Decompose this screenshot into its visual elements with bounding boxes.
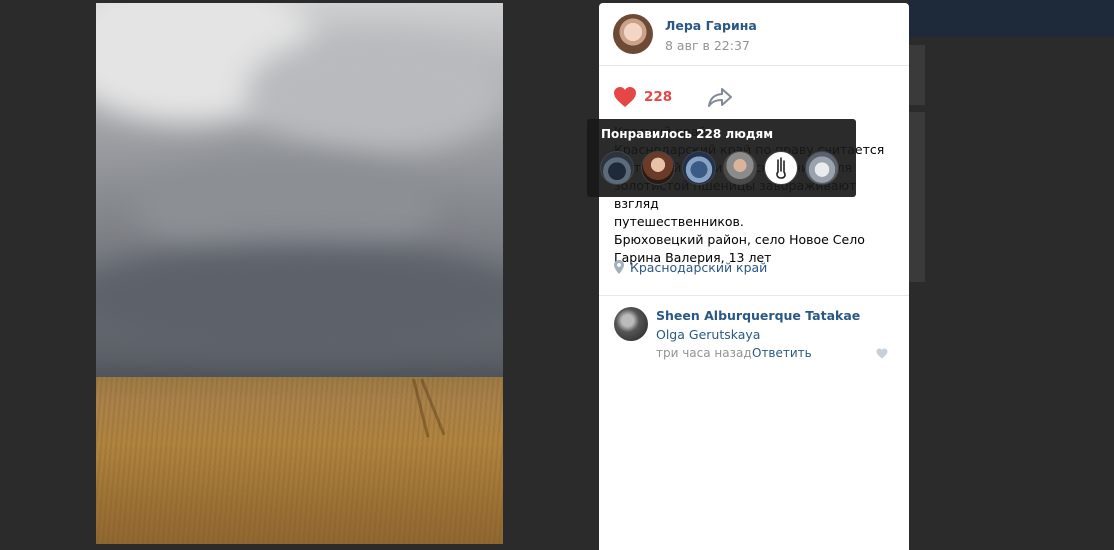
liker-avatar[interactable] xyxy=(641,151,675,185)
post-text-line: Брюховецкий район, село Новое Село xyxy=(614,232,865,247)
post-actions: 228 xyxy=(613,85,903,109)
reply-button[interactable]: Ответить xyxy=(752,346,812,360)
background-block xyxy=(909,45,925,105)
post-location[interactable]: Краснодарский край xyxy=(614,260,767,275)
liker-avatar[interactable] xyxy=(600,151,634,185)
like-count[interactable]: 228 xyxy=(644,89,672,105)
share-arrow-icon[interactable] xyxy=(707,86,733,108)
hand-gesture-icon xyxy=(776,157,786,179)
liker-avatar[interactable] xyxy=(805,151,839,185)
post-panel: Лера Гарина 8 авг в 22:37 228 Красный кр… xyxy=(599,3,909,550)
post-author: Лера Гарина 8 авг в 22:37 xyxy=(613,14,903,58)
comment-time[interactable]: три часа назад xyxy=(656,346,752,360)
likes-tooltip: Понравилось 228 людям xyxy=(587,119,856,197)
divider xyxy=(599,295,909,296)
background-block xyxy=(909,112,925,282)
post-text-line: путешественников. xyxy=(614,214,744,229)
likes-tooltip-title[interactable]: Понравилось 228 людям xyxy=(601,127,773,141)
photo-cloud xyxy=(96,243,503,353)
location-label: Краснодарский край xyxy=(630,260,768,275)
liker-avatar[interactable] xyxy=(723,151,757,185)
background-header xyxy=(909,0,1114,37)
small-heart-icon[interactable] xyxy=(876,348,888,359)
divider xyxy=(599,65,909,66)
photo-cloud xyxy=(246,33,503,153)
avatar[interactable] xyxy=(613,14,653,54)
post-date[interactable]: 8 авг в 22:37 xyxy=(665,38,750,53)
avatar[interactable] xyxy=(614,307,648,341)
comment-author[interactable]: Sheen Alburquerque Tatakae xyxy=(656,308,860,323)
heart-icon[interactable] xyxy=(613,86,637,108)
location-pin-icon xyxy=(614,260,624,274)
post-photo[interactable] xyxy=(96,3,503,544)
comment: Sheen Alburquerque Tatakae Olga Gerutska… xyxy=(614,307,899,363)
comment-text[interactable]: Olga Gerutskaya xyxy=(656,327,760,342)
photo-wheat-field xyxy=(96,377,503,544)
author-name[interactable]: Лера Гарина xyxy=(665,18,757,33)
liker-avatar[interactable] xyxy=(682,151,716,185)
liker-avatar[interactable] xyxy=(764,151,798,185)
